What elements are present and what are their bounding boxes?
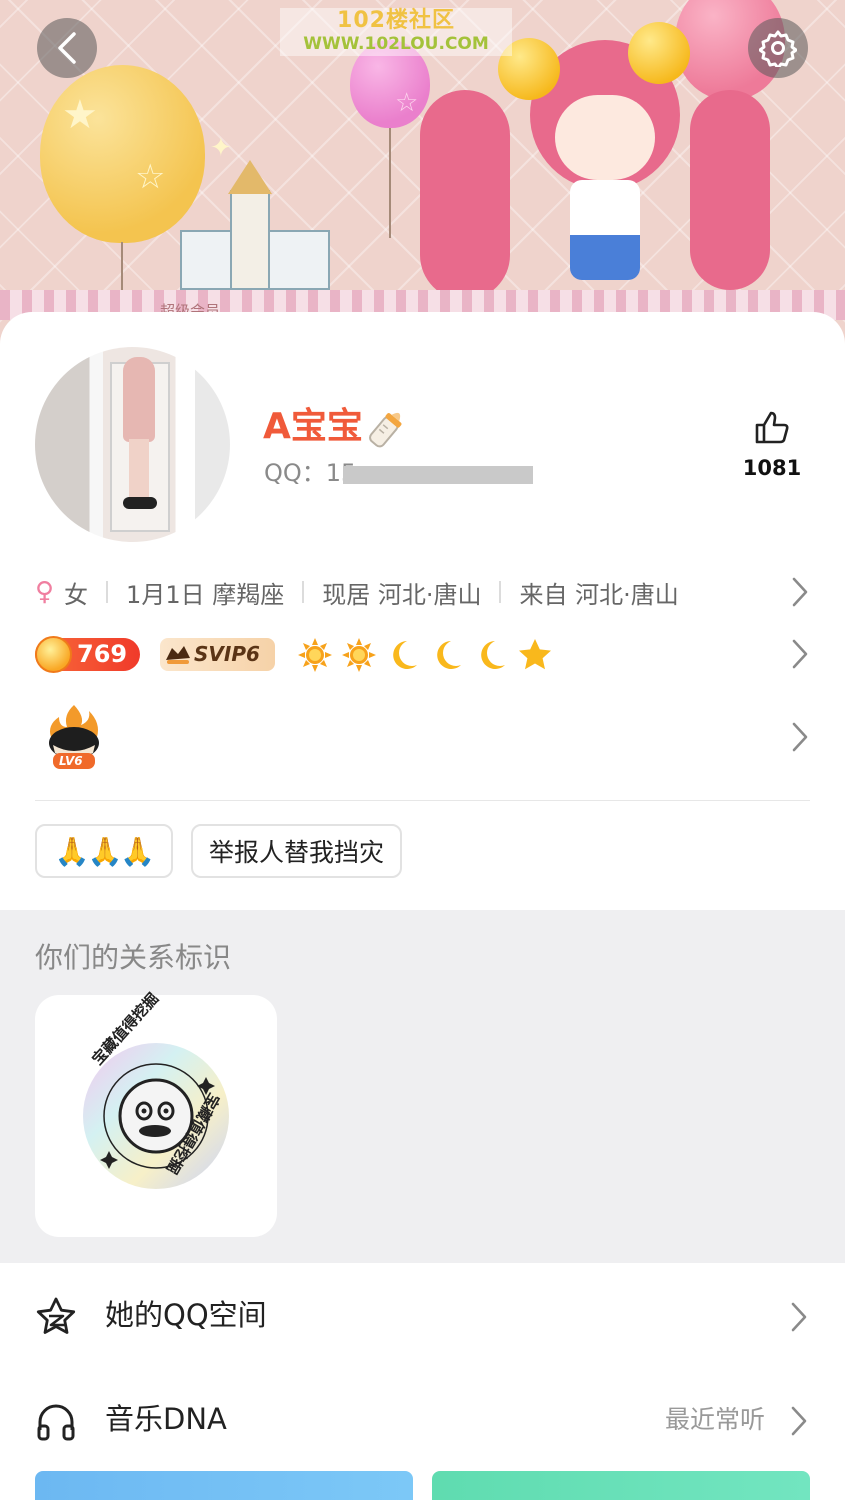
- moon-icon: [429, 637, 465, 673]
- star-decoration: ✦: [210, 133, 232, 163]
- chevron-right-icon: [792, 639, 808, 669]
- avatar[interactable]: [35, 347, 230, 542]
- hometown-text: 来自 河北·唐山: [519, 580, 679, 609]
- watermark: 102楼社区 WWW.102LOU.COM: [280, 8, 512, 56]
- emoji-ball-image: [628, 22, 690, 84]
- profile-card: A宝宝 QQ：15 1081 ♀ 女 1月1日 摩羯座 现居 河北·唐山 来自 …: [0, 312, 845, 910]
- chevron-right-icon: [791, 1406, 807, 1436]
- divider: [106, 581, 109, 603]
- game-level-text: LV6: [59, 754, 83, 768]
- watermark-url: WWW.102LOU.COM: [303, 34, 489, 54]
- relationship-badge-card[interactable]: 宝藏值得挖掘 宝藏值得挖掘: [35, 989, 277, 1237]
- tag-report-blessing[interactable]: 举报人替我挡灾: [191, 824, 403, 878]
- star-decoration: ★: [62, 92, 98, 138]
- divider: [35, 800, 810, 801]
- music-card-left[interactable]: [35, 1471, 413, 1500]
- cover-banner[interactable]: ★ ☆ ✦ ☆ 超级会员 102楼社区 WWW.102LOU.COM: [0, 0, 845, 360]
- sun-icon: [341, 637, 377, 673]
- svip-level: SVIP6: [194, 642, 260, 666]
- like-count: 1081: [742, 456, 802, 480]
- female-icon: ♀: [35, 577, 55, 607]
- moon-icon: [385, 637, 421, 673]
- qzone-star-icon: [36, 1297, 76, 1334]
- birthday-text: 1月1日 摩羯座: [126, 580, 285, 609]
- music-card-right[interactable]: [432, 1471, 810, 1500]
- profile-entry-list: 她的QQ空间 音乐DNA 最近常听: [0, 1263, 845, 1500]
- coin-badge: 769: [35, 636, 140, 673]
- gear-icon: [759, 30, 797, 67]
- svip-badge: SVIP6: [160, 638, 275, 671]
- coin-icon: [35, 636, 72, 673]
- chevron-left-icon: [58, 32, 76, 64]
- game-level-row[interactable]: LV6: [35, 697, 810, 777]
- sun-icon: [297, 637, 333, 673]
- chevron-right-icon: [792, 577, 808, 607]
- headphones-icon: [37, 1404, 75, 1441]
- star-icon: [517, 637, 553, 673]
- divider: [302, 581, 305, 603]
- list-item-music-dna[interactable]: 音乐DNA 最近常听: [0, 1367, 845, 1471]
- nickname: A宝宝: [263, 406, 363, 447]
- settings-button[interactable]: [748, 18, 808, 78]
- music-dna-hint: 最近常听: [664, 1405, 765, 1434]
- residence-text: 现居 河北·唐山: [322, 580, 482, 609]
- qq-redaction-mask: [343, 466, 533, 484]
- thumbs-up-icon: [755, 411, 789, 444]
- watermark-title: 102楼社区: [337, 8, 455, 33]
- qzone-label: 她的QQ空间: [105, 1298, 267, 1332]
- svip-crown-icon: [166, 646, 190, 664]
- relationship-title: 你们的关系标识: [35, 941, 232, 974]
- moon-icon: [473, 637, 509, 673]
- star-decoration: ☆: [395, 88, 419, 118]
- divider: [499, 581, 502, 603]
- balloon-string: [389, 128, 391, 238]
- chevron-right-icon: [791, 1302, 807, 1332]
- gender-text: 女: [64, 580, 89, 609]
- tag-pray[interactable]: 🙏🙏🙏: [35, 824, 173, 878]
- qq-label: QQ：: [264, 459, 326, 487]
- like-button[interactable]: 1081: [730, 410, 814, 482]
- castle-image: [180, 160, 330, 290]
- back-button[interactable]: [37, 18, 97, 78]
- qq-level-icons: [297, 636, 553, 674]
- personal-tags: 🙏🙏🙏 举报人替我挡灾: [35, 824, 403, 878]
- baby-bottle-icon: [369, 412, 402, 448]
- chevron-right-icon: [792, 722, 808, 752]
- star-decoration: ☆: [135, 157, 166, 197]
- music-dna-label: 音乐DNA: [105, 1402, 227, 1436]
- vip-badges-row[interactable]: 769 SVIP6: [35, 634, 810, 674]
- basic-info-row[interactable]: ♀ 女 1月1日 摩羯座 现居 河北·唐山 来自 河北·唐山: [35, 572, 810, 612]
- coin-value: 769: [77, 640, 128, 668]
- list-item-qzone[interactable]: 她的QQ空间: [0, 1263, 845, 1367]
- relationship-section: 你们的关系标识 宝藏值得挖掘 宝藏值得挖掘: [0, 910, 845, 1263]
